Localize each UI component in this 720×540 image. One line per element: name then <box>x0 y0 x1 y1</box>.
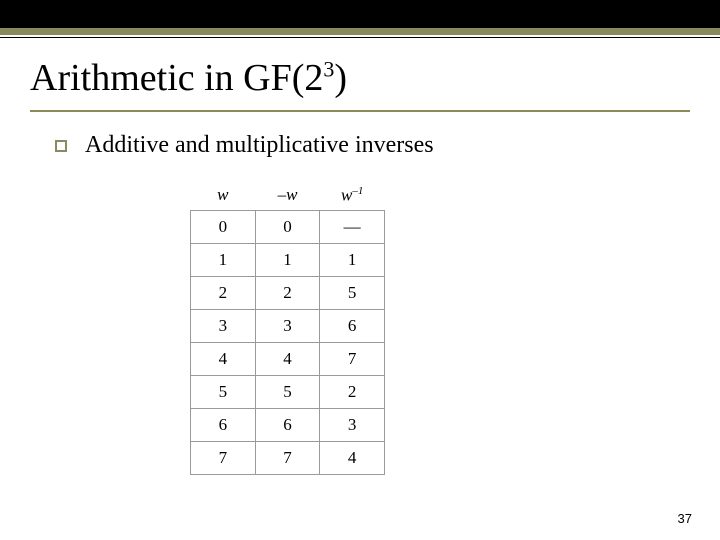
bullet-item: Additive and multiplicative inverses <box>55 132 720 159</box>
cell-w: 3 <box>191 309 256 342</box>
cell-neg: 6 <box>255 408 320 441</box>
title-suffix: ) <box>334 57 347 99</box>
inverse-table-wrap: w –w w–1 0 0 — 1 1 1 2 2 5 <box>190 181 385 475</box>
cell-neg: 3 <box>255 309 320 342</box>
cell-neg: 2 <box>255 276 320 309</box>
thin-line <box>0 37 720 38</box>
table-row: 1 1 1 <box>191 243 385 276</box>
table-row: 4 4 7 <box>191 342 385 375</box>
title-prefix: Arithmetic in GF(2 <box>30 57 323 99</box>
header-neg-w: –w <box>255 181 320 210</box>
header-w: w <box>191 181 256 210</box>
cell-neg: 4 <box>255 342 320 375</box>
table-row: 5 5 2 <box>191 375 385 408</box>
cell-inv: 1 <box>320 243 385 276</box>
title-exponent: 3 <box>323 56 334 81</box>
cell-w: 2 <box>191 276 256 309</box>
table-row: 2 2 5 <box>191 276 385 309</box>
cell-inv: 5 <box>320 276 385 309</box>
page-title: Arithmetic in GF(23) <box>30 56 720 100</box>
cell-w: 6 <box>191 408 256 441</box>
bullet-text: Additive and multiplicative inverses <box>85 132 434 159</box>
table-row: 3 3 6 <box>191 309 385 342</box>
header-inv-base: w <box>341 186 352 205</box>
cell-inv: 6 <box>320 309 385 342</box>
cell-w: 0 <box>191 210 256 243</box>
cell-inv: 4 <box>320 441 385 474</box>
table-header-row: w –w w–1 <box>191 181 385 210</box>
cell-w: 5 <box>191 375 256 408</box>
page-number: 37 <box>678 511 692 526</box>
cell-neg: 5 <box>255 375 320 408</box>
square-bullet-icon <box>55 140 67 152</box>
cell-neg: 0 <box>255 210 320 243</box>
cell-inv: — <box>320 210 385 243</box>
header-inv-exp: –1 <box>352 185 363 197</box>
cell-inv: 7 <box>320 342 385 375</box>
cell-neg: 1 <box>255 243 320 276</box>
header-inv-w: w–1 <box>320 181 385 210</box>
table-row: 0 0 — <box>191 210 385 243</box>
table-row: 6 6 3 <box>191 408 385 441</box>
accent-bar <box>0 28 720 35</box>
cell-w: 7 <box>191 441 256 474</box>
top-black-bar <box>0 0 720 28</box>
inverse-table: w –w w–1 0 0 — 1 1 1 2 2 5 <box>190 181 385 475</box>
cell-w: 1 <box>191 243 256 276</box>
cell-w: 4 <box>191 342 256 375</box>
cell-neg: 7 <box>255 441 320 474</box>
cell-inv: 3 <box>320 408 385 441</box>
table-row: 7 7 4 <box>191 441 385 474</box>
title-divider <box>30 110 690 112</box>
cell-inv: 2 <box>320 375 385 408</box>
